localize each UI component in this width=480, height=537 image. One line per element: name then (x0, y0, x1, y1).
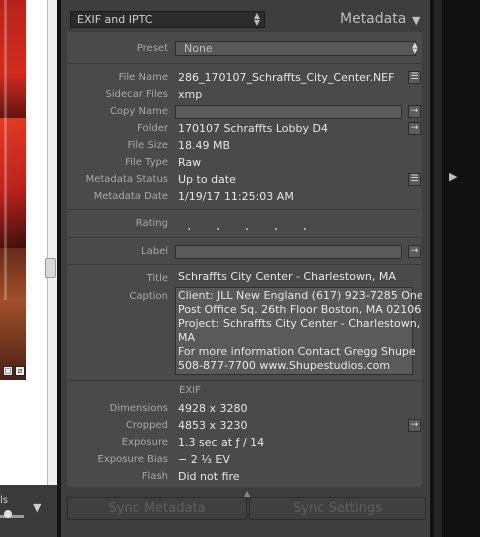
list-menu-icon[interactable]: ☰ (408, 173, 421, 186)
panel-title[interactable]: Metadata (340, 11, 406, 27)
exif-heading: EXIF (179, 385, 201, 396)
label-label: Label (141, 246, 168, 257)
panel-edge (434, 0, 442, 537)
rating-stars[interactable]: . . . . . (187, 218, 317, 234)
caption-line: Client: JLL New England (617) 923-7285 O… (178, 289, 422, 302)
caption-line: MA (178, 331, 196, 344)
crop-badge-icon: ⧄ (15, 366, 25, 376)
toolbar-label: ls (0, 495, 8, 506)
exposure-row: Exposure 1.3 sec at ƒ / 14 (67, 434, 422, 451)
sidecar-value: xmp (178, 88, 203, 101)
metadata-date-value: 1/19/17 11:25:03 AM (178, 190, 294, 203)
file-size-value: 18.49 MB (178, 139, 231, 152)
preset-label: Preset (136, 43, 168, 54)
cropped-row: Cropped 4853 x 3230 → (67, 417, 422, 434)
slider-knob[interactable] (4, 510, 12, 518)
arrow-right-icon[interactable]: → (408, 105, 421, 118)
arrow-right-icon[interactable]: → (408, 122, 421, 135)
rating-label: Rating (135, 218, 168, 229)
preset-select[interactable]: None (175, 41, 416, 56)
triangle-right-icon[interactable]: ▶ (449, 170, 457, 183)
flash-value: Did not fire (178, 470, 240, 483)
copy-name-row: Copy Name → (67, 103, 422, 120)
file-size-row: File Size 18.49 MB (67, 137, 422, 154)
metadata-status-row: Metadata Status Up to date ☰ (67, 171, 422, 188)
folder-row: Folder 170107 Schraffts Lobby D4 → (67, 120, 422, 137)
dimensions-row: Dimensions 4928 x 3280 (67, 400, 422, 417)
arrow-right-icon[interactable]: → (408, 419, 421, 432)
caption-line: Post Office Sq. 26th Floor Boston, MA 02… (178, 303, 422, 316)
title-field[interactable]: Schraffts City Center - Charlestown, MA (178, 270, 396, 283)
divider (67, 209, 422, 210)
exposure-bias-label: Exposure Bias (97, 454, 168, 465)
dimensions-value: 4928 x 3280 (178, 402, 248, 415)
list-menu-icon[interactable]: ☰ (408, 71, 421, 84)
left-preview-area: □ ⧄ ls ▼ (0, 0, 57, 537)
title-label: Title (146, 273, 168, 284)
file-name-label: File Name (118, 72, 168, 83)
triangle-down-icon[interactable]: ▼ (33, 501, 41, 514)
divider (67, 237, 422, 238)
caption-label: Caption (129, 291, 168, 302)
metadata-status-value: Up to date (178, 173, 236, 186)
metadata-status-label: Metadata Status (85, 174, 168, 185)
photo-thumbnail[interactable]: □ ⧄ (0, 0, 26, 380)
select-arrows-icon: ▲ ▼ (412, 41, 418, 55)
flash-row: Flash Did not fire (67, 468, 422, 485)
metadata-view-select[interactable]: EXIF and IPTC (70, 11, 265, 28)
collapse-triangle-icon[interactable]: ▼ (412, 14, 420, 27)
cropped-label: Cropped (125, 420, 168, 431)
caption-line: Project: Schraffts City Center - Charles… (178, 317, 421, 330)
file-size-label: File Size (127, 140, 168, 151)
file-name-value: 286_170107_Schraffts_City_Center.NEF (178, 71, 395, 84)
sync-buttons: Sync Metadata Sync Settings (67, 497, 426, 521)
flash-label: Flash (141, 471, 168, 482)
left-toolbar: ls ▼ (0, 485, 57, 537)
file-type-label: File Type (125, 157, 168, 168)
label-field[interactable] (175, 245, 402, 259)
label-row: Label → (67, 243, 422, 260)
metadata-date-label: Metadata Date (93, 191, 168, 202)
sync-settings-button[interactable]: Sync Settings (249, 497, 426, 520)
arrow-right-icon[interactable]: → (408, 245, 421, 258)
exposure-value: 1.3 sec at ƒ / 14 (178, 436, 265, 449)
sync-metadata-button[interactable]: Sync Metadata (67, 497, 247, 520)
divider (67, 380, 422, 381)
preview-frame: □ ⧄ (0, 0, 48, 485)
folder-value: 170107 Schraffts Lobby D4 (178, 122, 328, 135)
sidecar-label: Sidecar Files (105, 89, 169, 100)
folder-label: Folder (137, 123, 168, 134)
caption-line: For more information Contact Gregg Shupe (178, 345, 416, 358)
metadata-fields: Preset None ▲ ▼ File Name 286_170107_Schr… (67, 32, 422, 487)
file-type-value: Raw (178, 156, 202, 169)
metadata-date-row: Metadata Date 1/19/17 11:25:03 AM (67, 188, 422, 205)
exposure-bias-row: Exposure Bias − 2 ⅓ EV (67, 451, 422, 468)
photo-badges: □ ⧄ (0, 366, 26, 380)
copy-name-field[interactable] (175, 105, 402, 119)
exposure-bias-value: − 2 ⅓ EV (178, 453, 230, 466)
copy-name-label: Copy Name (109, 106, 168, 117)
cropped-value: 4853 x 3230 (178, 419, 248, 432)
divider (67, 264, 422, 265)
select-arrows-icon: ▲ ▼ (253, 11, 261, 27)
file-type-row: File Type Raw (67, 154, 422, 171)
metadata-panel: EXIF and IPTC ▲ ▼ Metadata ▼ Preset None … (61, 0, 442, 537)
exposure-label: Exposure (121, 437, 168, 448)
file-name-row: File Name 286_170107_Schraffts_City_Cent… (67, 69, 422, 86)
dimensions-label: Dimensions (109, 403, 168, 414)
panel-resize-handle[interactable] (45, 258, 56, 278)
sidecar-row: Sidecar Files xmp (67, 86, 422, 103)
divider (67, 63, 422, 64)
badge-icon: □ (3, 366, 13, 376)
caption-line: 508-877-7700 www.Shupestudios.com (178, 359, 391, 372)
